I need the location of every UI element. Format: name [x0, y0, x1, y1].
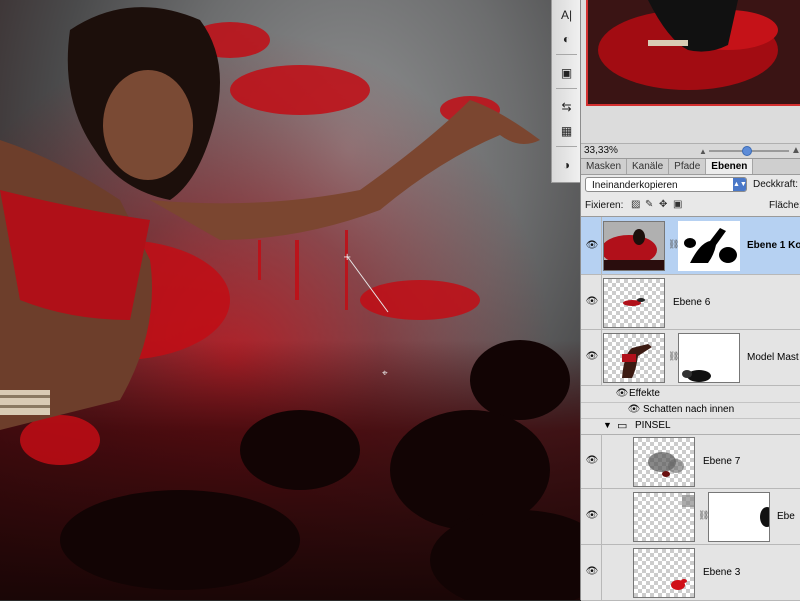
paragraph-icon[interactable]: ◐ [556, 30, 577, 48]
crosshair-cursor-icon: + [343, 252, 351, 263]
layer-row-ebene-3[interactable]: 👁 Ebene 3 [581, 545, 800, 601]
layer-row-ebene-mask[interactable]: 👁 ⛓ Ebe [581, 489, 800, 545]
grid-icon[interactable]: ▦ [556, 122, 577, 140]
layer-thumbnail [633, 492, 695, 542]
tab-pfade[interactable]: Pfade [669, 159, 707, 174]
layer-name[interactable]: Ebene 3 [703, 567, 740, 578]
lock-transparency-icon[interactable]: ▨ [631, 199, 640, 210]
layer-group-pinsel[interactable]: ▼ ▭ PINSEL [581, 418, 800, 435]
mask-link-icon[interactable]: ⛓ [668, 351, 679, 362]
layer-thumbnail [603, 221, 665, 271]
lock-label: Fixieren: [585, 200, 624, 211]
layer-row-ebene-1-kopie[interactable]: 👁 ⛓ Ebene 1 Ko [581, 217, 800, 275]
group-expand-icon[interactable]: ▼ [603, 420, 612, 430]
zoom-slider[interactable] [709, 146, 789, 156]
opacity-label: Deckkraft: [753, 179, 799, 190]
layer-thumbnail [603, 278, 665, 328]
folder-icon: ▭ [617, 420, 628, 432]
layer-thumbnail [603, 333, 665, 383]
blend-mode-row: Ineinanderkopieren ▲▼ Deckkraft: [581, 175, 800, 196]
effects-eye-icon[interactable]: 👁 [615, 388, 629, 400]
tab-kanaele[interactable]: Kanäle [627, 159, 670, 174]
layer-name[interactable]: Model Mast [747, 352, 799, 363]
eye-icon[interactable]: 👁 [585, 455, 599, 467]
lock-paint-icon[interactable]: ✎ [645, 199, 653, 210]
layer-mask-thumbnail[interactable] [678, 221, 740, 271]
inner-shadow-eye-icon[interactable]: 👁 [627, 404, 641, 416]
divider [556, 54, 577, 55]
mask-link-icon[interactable]: ⛓ [668, 239, 679, 250]
lock-row: Fixieren: ▨ ✎ ✥ ▣ Fläche: [581, 198, 800, 214]
eye-icon[interactable]: 👁 [585, 296, 599, 308]
layer-mask-thumbnail[interactable] [678, 333, 740, 383]
eye-icon[interactable]: 👁 [585, 510, 599, 522]
layer-name[interactable]: Ebe [777, 511, 795, 522]
divider [556, 88, 577, 89]
usb-icon[interactable]: ⇆ [556, 98, 577, 116]
layer-thumbnail [633, 548, 695, 598]
inner-shadow-label: Schatten nach innen [643, 404, 735, 415]
layers-panel-tabs: Masken Kanäle Pfade Ebenen [581, 159, 800, 175]
mask-link-icon[interactable]: ⛓ [698, 510, 709, 521]
layer-name[interactable]: Ebene 6 [673, 297, 710, 308]
navigator-zoom-bar: 33,33% ▲ ▲ [581, 143, 800, 159]
layer-row-model-maske[interactable]: 👁 ⛓ Model Mast [581, 330, 800, 386]
tab-masken[interactable]: Masken [581, 159, 628, 174]
lock-all-icon[interactable]: ▣ [673, 199, 682, 210]
blend-mode-select[interactable]: Ineinanderkopieren ▲▼ [585, 177, 747, 192]
brush-cursor-icon: ⌖ [382, 368, 388, 379]
lock-position-icon[interactable]: ✥ [659, 199, 667, 210]
zoom-slider-knob[interactable] [742, 146, 752, 156]
navigator-preview [588, 0, 800, 104]
character-icon[interactable]: A| [556, 6, 577, 24]
layer-mask-thumbnail[interactable] [708, 492, 770, 542]
group-name[interactable]: PINSEL [635, 420, 671, 431]
eye-icon[interactable]: 👁 [585, 566, 599, 578]
layer-row-ebene-6[interactable]: 👁 Ebene 6 [581, 275, 800, 330]
blend-mode-value: Ineinanderkopieren [592, 180, 678, 191]
zoom-percentage[interactable]: 33,33% [584, 145, 618, 156]
select-arrows-icon: ▲▼ [733, 178, 747, 191]
adjust-icon[interactable]: ◑ [556, 156, 577, 174]
navigator-thumbnail[interactable] [586, 0, 800, 106]
divider [556, 146, 577, 147]
tab-ebenen[interactable]: Ebenen [706, 159, 754, 174]
panel-dock-strip: A| ◐ ▣ ⇆ ▦ ◑ [551, 0, 582, 183]
zoom-in-icon[interactable]: ▲ [791, 145, 800, 156]
eye-icon[interactable]: 👁 [585, 351, 599, 363]
layer-name[interactable]: Ebene 7 [703, 456, 740, 467]
inner-shadow-row[interactable]: 👁 Schatten nach innen [581, 402, 800, 419]
layers-list: 👁 ⛓ Ebene 1 Ko 👁 Ebene 6 👁 ⛓ Model Mast … [581, 216, 800, 601]
right-panels: 33,33% ▲ ▲ Masken Kanäle Pfade Ebenen In… [580, 0, 800, 601]
effects-row[interactable]: 👁 Effekte [581, 386, 800, 403]
eye-icon[interactable]: 👁 [585, 240, 599, 252]
layer-comps-icon[interactable]: ▣ [556, 64, 577, 82]
artwork: + ⌖ [0, 7, 580, 600]
document-canvas[interactable]: + ⌖ [0, 0, 580, 600]
layer-thumbnail [633, 437, 695, 487]
navigator-panel [581, 0, 800, 143]
layer-name[interactable]: Ebene 1 Ko [747, 240, 800, 251]
layer-row-ebene-7[interactable]: 👁 Ebene 7 [581, 434, 800, 489]
fill-label: Fläche: [769, 200, 800, 211]
effects-label: Effekte [629, 388, 660, 399]
dark-splatter [60, 340, 580, 600]
zoom-out-icon[interactable]: ▲ [699, 147, 707, 156]
